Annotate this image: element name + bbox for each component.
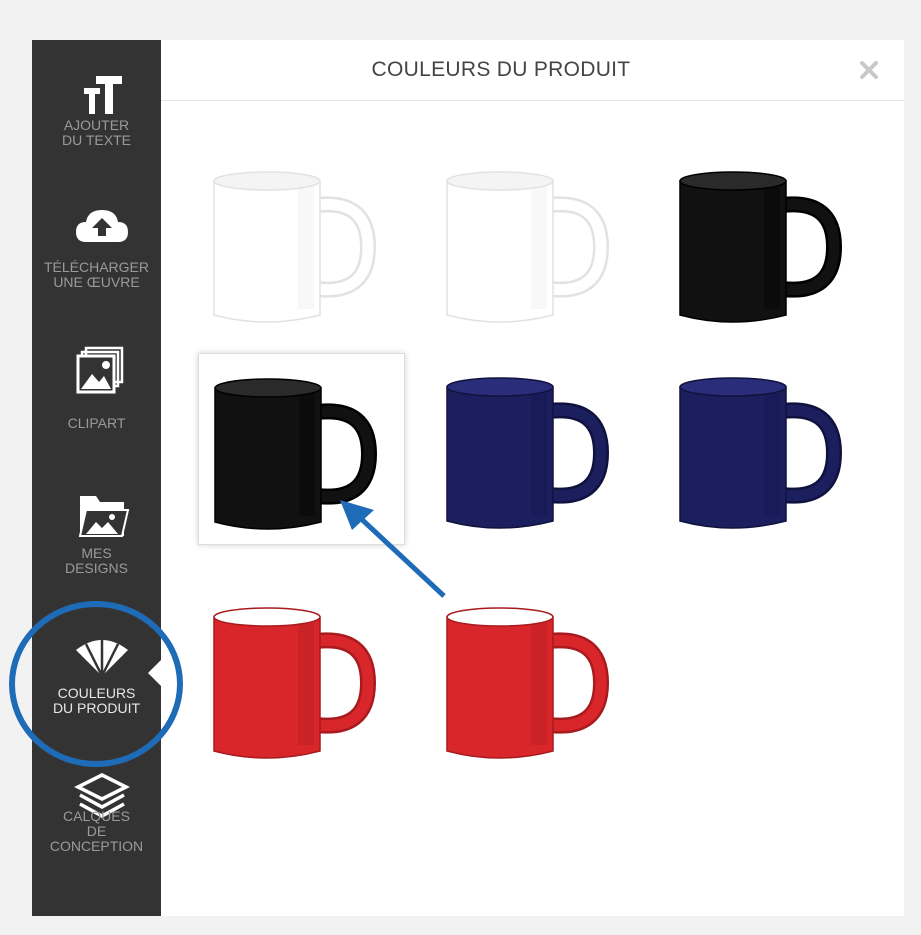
mug-image [679,171,843,323]
sidebar-item-upload-artwork[interactable]: TÉLÉCHARGER UNE ŒUVRE [32,200,172,290]
sidebar-item-label: TÉLÉCHARGER UNE ŒUVRE [43,259,150,290]
panel-title: COULEURS DU PRODUIT [371,58,631,81]
mug-color-option[interactable] [431,147,636,337]
sidebar-item-my-designs[interactable]: MES DESIGNS [32,490,172,576]
mug-color-option[interactable] [198,583,403,773]
cloud-upload-icon [76,210,128,242]
sidebar-item-label: AJOUTER DU TEXTE [62,117,131,148]
mug-image [446,607,610,759]
mug-color-option[interactable] [664,353,869,543]
sidebar-item-add-text[interactable]: AJOUTER DU TEXTE [32,70,172,148]
sidebar-item-label: MES DESIGNS [64,545,128,576]
sidebar-item-label: CLIPART [67,415,126,431]
mug-image [213,171,377,323]
text-size-icon [84,76,122,114]
sidebar-item-label: COULEURS DU PRODUIT [52,685,141,716]
mug-color-option[interactable] [431,583,636,773]
image-folder-icon [78,496,130,537]
mug-image [446,377,610,529]
close-icon[interactable] [851,52,887,88]
mug-color-option[interactable] [198,147,403,337]
tool-sidebar: AJOUTER DU TEXTE TÉLÉCHARGER UNE ŒUVRE C… [32,40,162,916]
mug-color-option[interactable] [664,147,869,337]
mug-image [679,377,843,529]
active-item-indicator [148,659,162,687]
mug-image [214,378,378,530]
mug-image [446,171,610,323]
product-colors-panel: COULEURS DU PRODUIT [161,40,904,916]
sidebar-item-design-layers[interactable]: CALQUES DE CONCEPTION [32,773,172,854]
sidebar-item-label: CALQUES DE CONCEPTION [49,808,144,854]
mug-image [213,607,377,759]
panel-header: COULEURS DU PRODUIT [161,40,904,101]
mug-color-option[interactable] [431,353,636,543]
sidebar-item-clipart[interactable]: CLIPART [32,346,172,431]
color-swatch-fan-icon [76,638,128,677]
designer-window: AJOUTER DU TEXTE TÉLÉCHARGER UNE ŒUVRE C… [32,40,904,916]
image-stack-icon [76,346,124,394]
mug-color-option[interactable] [198,353,405,545]
